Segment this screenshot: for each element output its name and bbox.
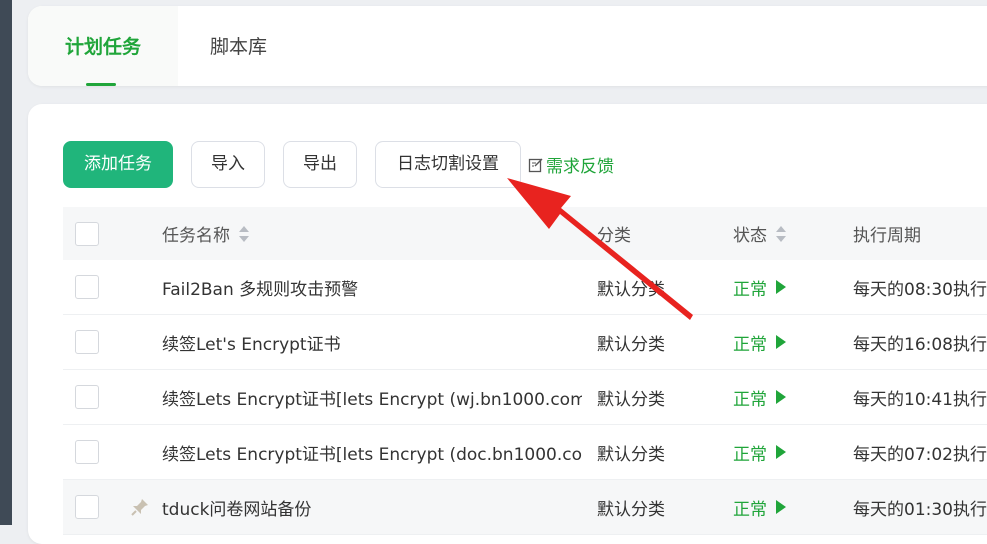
task-cycle: 每天的08:30执行 <box>853 279 987 300</box>
status-toggle[interactable]: 正常 <box>733 495 787 520</box>
tab-label: 脚本库 <box>210 36 268 58</box>
header-status[interactable]: 状态 <box>733 207 843 260</box>
active-tab-indicator <box>86 83 116 86</box>
table-row[interactable]: 续签Let's Encrypt证书 默认分类 正常 每天的16:08执行 <box>63 315 987 370</box>
header-task-name[interactable]: 任务名称 <box>162 207 582 260</box>
tab-script-library[interactable]: 脚本库 <box>210 6 267 86</box>
row-checkbox[interactable] <box>75 495 99 519</box>
task-name: 续签Lets Encrypt证书[lets Encrypt (doc.bn100… <box>162 444 582 465</box>
status-toggle[interactable]: 正常 <box>733 440 787 465</box>
table-row[interactable]: 续签Lets Encrypt证书[lets Encrypt (doc.bn100… <box>63 425 987 480</box>
task-name: Fail2Ban 多规则攻击预警 <box>162 279 359 300</box>
status-toggle[interactable]: 正常 <box>733 275 787 300</box>
play-icon <box>776 280 786 294</box>
table-row[interactable]: 续签Lets Encrypt证书[lets Encrypt (wj.bn1000… <box>63 370 987 425</box>
feedback-label: 需求反馈 <box>546 157 614 177</box>
task-cycle: 每天的07:02执行 <box>853 444 987 465</box>
task-name: tduck问卷网站备份 <box>162 499 312 520</box>
sort-icon <box>239 225 249 242</box>
task-category: 默认分类 <box>597 389 665 410</box>
pin-icon[interactable] <box>130 497 150 517</box>
row-checkbox[interactable] <box>75 275 99 299</box>
play-icon <box>776 500 786 514</box>
sort-icon <box>776 225 786 242</box>
status-toggle[interactable]: 正常 <box>733 385 787 410</box>
side-strip <box>0 0 12 525</box>
task-name: 续签Let's Encrypt证书 <box>162 334 341 355</box>
select-all-checkbox[interactable] <box>75 221 99 246</box>
task-table: 任务名称 分类 状态 执行周期 Fail2Ban 多规则攻击预警 默认分类 正常… <box>63 207 987 535</box>
task-cycle: 每天的16:08执行 <box>853 334 987 355</box>
table-header: 任务名称 分类 状态 执行周期 <box>63 207 987 260</box>
header-category: 分类 <box>597 226 631 246</box>
status-toggle[interactable]: 正常 <box>733 330 787 355</box>
task-name: 续签Lets Encrypt证书[lets Encrypt (wj.bn1000… <box>162 389 582 410</box>
task-category: 默认分类 <box>597 444 665 465</box>
row-checkbox[interactable] <box>75 440 99 464</box>
table-row[interactable]: Fail2Ban 多规则攻击预警 默认分类 正常 每天的08:30执行 <box>63 260 987 315</box>
row-checkbox[interactable] <box>75 330 99 354</box>
task-category: 默认分类 <box>597 334 665 355</box>
table-row[interactable]: tduck问卷网站备份 默认分类 正常 每天的01:30执行 <box>63 480 987 535</box>
tab-scheduled-tasks[interactable]: 计划任务 <box>28 6 178 86</box>
task-category: 默认分类 <box>597 499 665 520</box>
tab-bar: 计划任务 脚本库 <box>28 6 987 86</box>
edit-icon <box>528 158 543 172</box>
log-rotation-settings-button[interactable]: 日志切割设置 <box>375 141 521 188</box>
feedback-link[interactable]: 需求反馈 <box>528 152 614 177</box>
play-icon <box>776 445 786 459</box>
import-button[interactable]: 导入 <box>191 141 265 188</box>
play-icon <box>776 335 786 349</box>
task-panel: 添加任务 导入 导出 日志切割设置 需求反馈 任务名称 分类 状态 执行周期 F… <box>28 104 987 544</box>
header-cycle: 执行周期 <box>853 226 921 246</box>
row-checkbox[interactable] <box>75 385 99 409</box>
add-task-button[interactable]: 添加任务 <box>63 141 173 188</box>
task-cycle: 每天的01:30执行 <box>853 499 987 520</box>
play-icon <box>776 390 786 404</box>
tab-label: 计划任务 <box>64 36 141 58</box>
export-button[interactable]: 导出 <box>283 141 357 188</box>
task-category: 默认分类 <box>597 279 665 300</box>
task-cycle: 每天的10:41执行 <box>853 389 987 410</box>
